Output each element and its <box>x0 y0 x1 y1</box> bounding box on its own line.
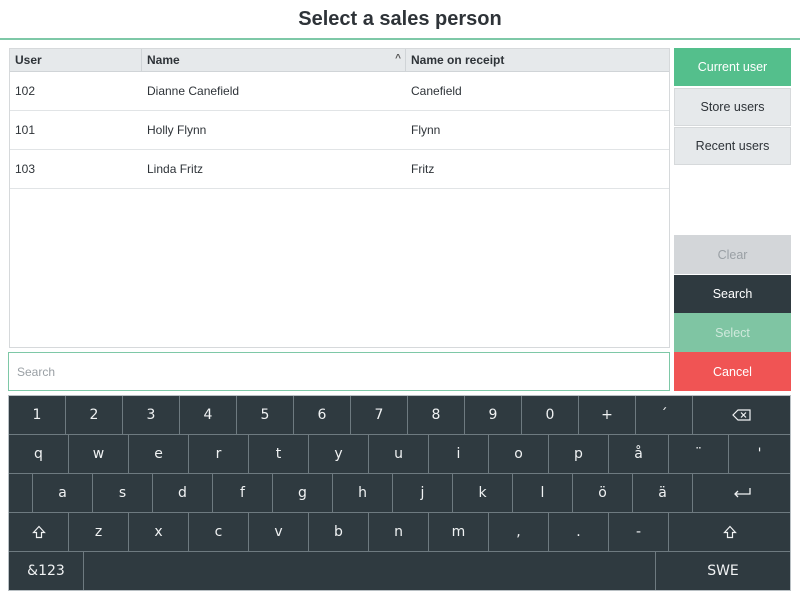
key[interactable]: å <box>609 435 669 474</box>
key[interactable]: d <box>153 474 213 513</box>
key[interactable]: 1 <box>9 396 66 435</box>
cell-receipt: Flynn <box>411 123 441 137</box>
key[interactable]: ´ <box>636 396 693 435</box>
search-button[interactable]: Search <box>674 275 791 313</box>
cell-receipt: Fritz <box>411 162 435 176</box>
shift-icon <box>722 525 737 539</box>
key[interactable]: x <box>129 513 189 552</box>
recent-users-button[interactable]: Recent users <box>674 127 791 165</box>
cell-receipt: Canefield <box>411 84 462 98</box>
cell-user: 103 <box>15 162 36 176</box>
keyboard-row-3: a s d f g h j k l ö ä <box>9 474 790 513</box>
key[interactable]: n <box>369 513 429 552</box>
key[interactable]: e <box>129 435 189 474</box>
key[interactable]: ¨ <box>669 435 729 474</box>
header: Select a sales person <box>0 0 800 40</box>
key[interactable]: 6 <box>294 396 351 435</box>
key[interactable]: q <box>9 435 69 474</box>
key[interactable]: 2 <box>66 396 123 435</box>
key[interactable]: k <box>453 474 513 513</box>
table-row[interactable]: 103 Linda Fritz Fritz <box>10 150 669 189</box>
key[interactable]: l <box>513 474 573 513</box>
key[interactable]: i <box>429 435 489 474</box>
key[interactable]: 0 <box>522 396 579 435</box>
keyboard-row-2: q w e r t y u i o p å ¨ ' <box>9 435 790 474</box>
cell-user: 102 <box>15 84 36 98</box>
key[interactable]: , <box>489 513 549 552</box>
column-header-receipt[interactable]: Name on receipt <box>406 49 669 71</box>
keyboard-row-1: 1 2 3 4 5 6 7 8 9 0 + ´ <box>9 396 790 435</box>
select-button[interactable]: Select <box>674 313 791 352</box>
shift-key-left[interactable] <box>9 513 69 552</box>
key[interactable]: o <box>489 435 549 474</box>
shift-key-right[interactable] <box>669 513 790 552</box>
key[interactable]: u <box>369 435 429 474</box>
key[interactable]: w <box>69 435 129 474</box>
key[interactable]: a <box>33 474 93 513</box>
app-window: Select a sales person User Name ^ Name o… <box>0 0 800 600</box>
current-user-button[interactable]: Current user <box>674 48 791 86</box>
key[interactable]: t <box>249 435 309 474</box>
column-header-name[interactable]: Name ^ <box>142 49 406 71</box>
table-row[interactable]: 101 Holly Flynn Flynn <box>10 111 669 150</box>
key[interactable]: s <box>93 474 153 513</box>
key[interactable]: ö <box>573 474 633 513</box>
symbols-key[interactable]: &123 <box>9 552 84 590</box>
key[interactable]: c <box>189 513 249 552</box>
key[interactable]: v <box>249 513 309 552</box>
users-table: User Name ^ Name on receipt 102 Dianne C… <box>9 48 670 348</box>
key[interactable]: + <box>579 396 636 435</box>
key[interactable]: 9 <box>465 396 522 435</box>
enter-key[interactable] <box>693 474 790 513</box>
cell-name: Dianne Canefield <box>147 84 240 98</box>
key[interactable]: - <box>609 513 669 552</box>
table-header: User Name ^ Name on receipt <box>10 49 669 72</box>
clear-button[interactable]: Clear <box>674 235 791 274</box>
key[interactable]: z <box>69 513 129 552</box>
table-row[interactable]: 102 Dianne Canefield Canefield <box>10 72 669 111</box>
key[interactable]: ' <box>729 435 790 474</box>
key[interactable]: h <box>333 474 393 513</box>
key[interactable]: 8 <box>408 396 465 435</box>
on-screen-keyboard: 1 2 3 4 5 6 7 8 9 0 + ´ q w e r t y u i … <box>8 395 791 591</box>
key[interactable]: g <box>273 474 333 513</box>
key[interactable]: b <box>309 513 369 552</box>
key[interactable]: m <box>429 513 489 552</box>
key[interactable]: 3 <box>123 396 180 435</box>
store-users-button[interactable]: Store users <box>674 88 791 126</box>
key[interactable]: . <box>549 513 609 552</box>
cell-name: Holly Flynn <box>147 123 207 137</box>
sort-ascending-icon: ^ <box>395 53 401 64</box>
search-input[interactable] <box>8 352 670 391</box>
keyboard-row-5: &123 SWE <box>9 552 790 590</box>
enter-icon <box>732 487 752 499</box>
page-title: Select a sales person <box>298 7 502 30</box>
backspace-key[interactable] <box>693 396 790 435</box>
cell-name: Linda Fritz <box>147 162 204 176</box>
key[interactable]: ä <box>633 474 693 513</box>
key[interactable]: j <box>393 474 453 513</box>
backspace-icon <box>731 409 752 421</box>
key[interactable]: f <box>213 474 273 513</box>
key[interactable]: 7 <box>351 396 408 435</box>
keyboard-row-4: z x c v b n m , . - <box>9 513 790 552</box>
column-header-name-label: Name <box>147 53 180 67</box>
language-key[interactable]: SWE <box>656 552 790 590</box>
cancel-button[interactable]: Cancel <box>674 352 791 391</box>
key[interactable]: 5 <box>237 396 294 435</box>
key[interactable]: p <box>549 435 609 474</box>
cell-user: 101 <box>15 123 36 137</box>
keyboard-spacer <box>9 474 33 513</box>
key[interactable]: 4 <box>180 396 237 435</box>
space-key[interactable] <box>84 552 656 590</box>
column-header-user[interactable]: User <box>10 49 142 71</box>
key[interactable]: r <box>189 435 249 474</box>
shift-icon <box>31 525 46 539</box>
key[interactable]: y <box>309 435 369 474</box>
